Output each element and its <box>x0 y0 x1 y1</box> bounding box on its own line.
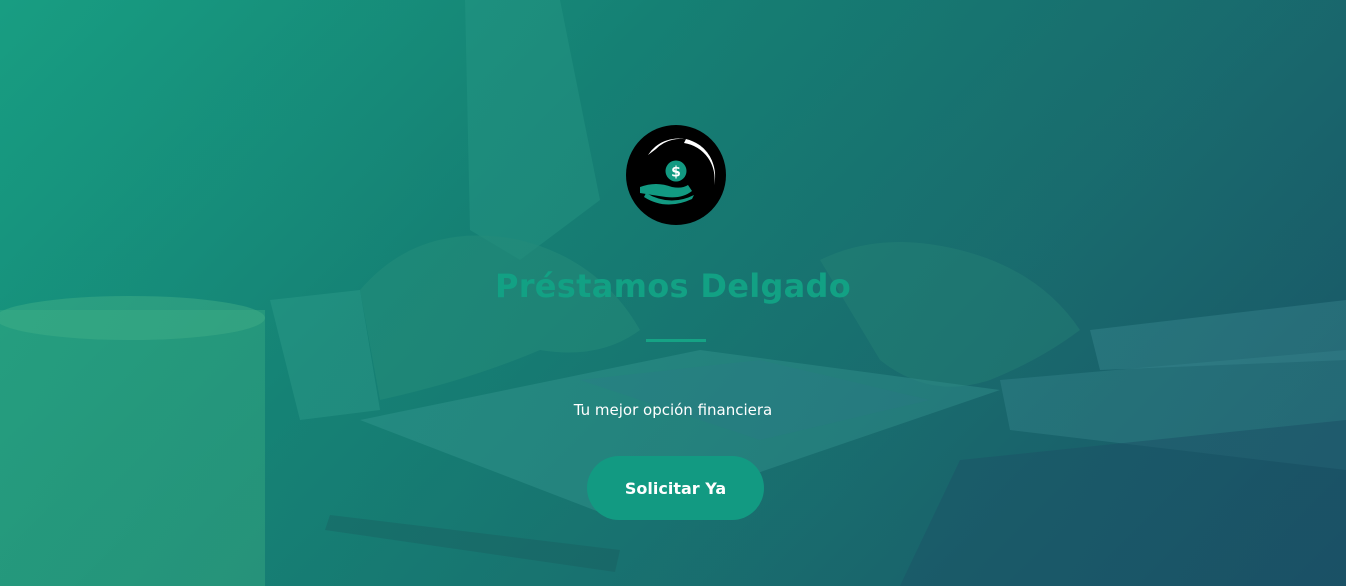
dollar-hand-icon: $ <box>626 125 726 225</box>
apply-now-button[interactable]: Solicitar Ya <box>587 456 764 520</box>
svg-text:$: $ <box>671 165 681 181</box>
logo: $ <box>626 125 726 225</box>
hero-section: $ Préstamos Delgado Tu mejor opción fina… <box>0 0 1346 586</box>
title-divider <box>646 339 706 342</box>
tagline: Tu mejor opción financiera <box>573 401 773 419</box>
page-title: Préstamos Delgado <box>494 267 852 305</box>
hero-content: $ Préstamos Delgado Tu mejor opción fina… <box>0 0 1346 586</box>
